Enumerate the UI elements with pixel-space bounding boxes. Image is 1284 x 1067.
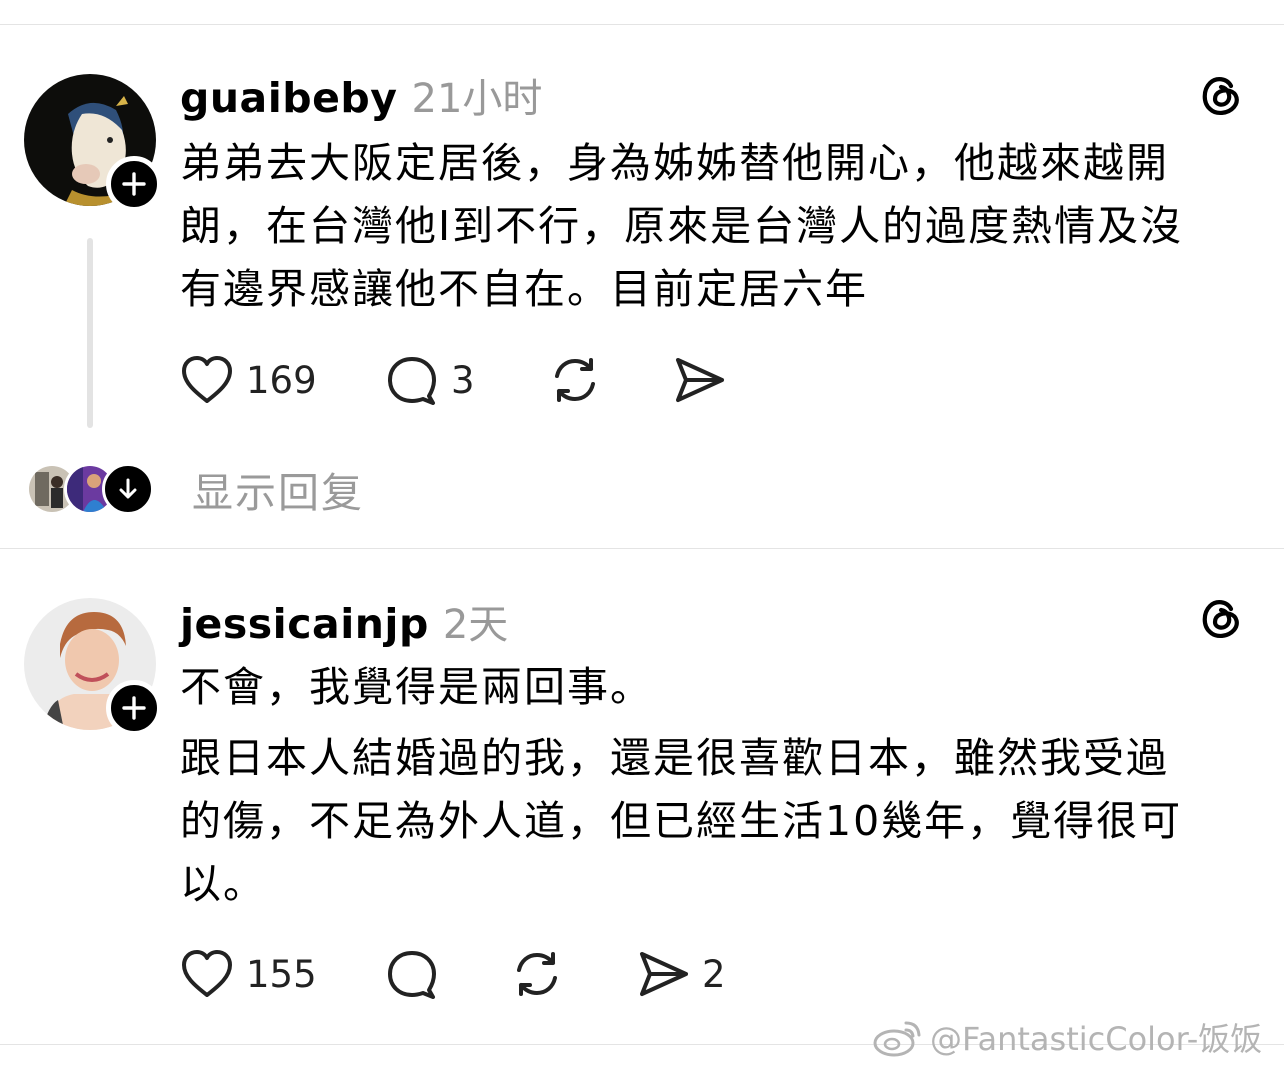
post-divider [0, 548, 1284, 549]
username[interactable]: jessicainjp [180, 600, 429, 648]
heart-icon [182, 356, 232, 403]
avatar-guaibeby[interactable] [24, 74, 162, 212]
follow-button[interactable] [106, 680, 162, 736]
show-replies-row[interactable]: 显示回复 [26, 463, 364, 517]
thread-line [87, 238, 93, 428]
weibo-logo-icon [873, 1021, 921, 1057]
post-text: 弟弟去大阪定居後，身為姊姊替他開心，他越來越開 朗，在台灣他I到不行，原來是台灣… [180, 132, 1260, 321]
comment-button[interactable] [385, 946, 451, 1002]
follow-button[interactable] [106, 156, 162, 212]
heart-icon [182, 950, 232, 997]
top-divider [0, 24, 1284, 25]
share-icon [676, 358, 724, 402]
timestamp: 21小时 [411, 76, 543, 122]
threads-logo-icon[interactable] [1198, 595, 1244, 641]
arrow-down-icon [119, 478, 137, 499]
repost-icon [517, 952, 557, 996]
post-text-line: 弟弟去大阪定居後，身為姊姊替他開心，他越來越開 [180, 139, 1169, 187]
share-icon [640, 952, 688, 996]
like-count: 155 [246, 952, 317, 996]
comment-button[interactable]: 3 [385, 352, 475, 408]
watermark-text: @FantasticColor-饭饭 [930, 1020, 1263, 1058]
like-count: 169 [246, 358, 317, 402]
post-header: jessicainjp 2天 [180, 592, 508, 650]
threads-logo-icon[interactable] [1198, 72, 1244, 118]
post-text-line: 朗，在台灣他I到不行，原來是台灣人的過度熱情及沒 [180, 202, 1184, 250]
plus-icon [122, 696, 146, 720]
share-count: 2 [702, 952, 726, 996]
like-button[interactable]: 169 [180, 352, 317, 408]
watermark: @FantasticColor-饭饭 [872, 1012, 1262, 1062]
post-text-line: 的傷，不足為外人道，但已經生活10幾年，覺得很可 [180, 797, 1183, 845]
username[interactable]: guaibeby [180, 74, 398, 122]
post-header: guaibeby 21小时 [180, 66, 542, 124]
show-replies-label[interactable]: 显示回复 [192, 459, 364, 519]
comment-icon [388, 357, 436, 405]
repost-button[interactable] [548, 352, 602, 408]
post-text-line: 跟日本人結婚過的我，還是很喜歡日本，雖然我受過 [180, 734, 1169, 782]
share-button[interactable] [672, 352, 738, 408]
comment-count: 3 [451, 358, 475, 402]
repost-button[interactable] [510, 946, 564, 1002]
share-button[interactable]: 2 [636, 946, 726, 1002]
post-text-line: 不會，我覺得是兩回事。 [180, 663, 653, 711]
expand-replies-button[interactable] [102, 463, 154, 515]
avatar-jessicainjp[interactable] [24, 598, 162, 736]
plus-icon [122, 172, 146, 196]
timestamp: 2天 [442, 602, 509, 648]
like-button[interactable]: 155 [180, 946, 317, 1002]
post-text: 不會，我覺得是兩回事。 跟日本人結婚過的我，還是很喜歡日本，雖然我受過 的傷，不… [180, 656, 1260, 916]
post-text-line: 有邊界感讓他不自在。目前定居六年 [180, 265, 868, 313]
post-text-line: 以。 [180, 860, 266, 908]
comment-icon [388, 951, 436, 999]
repost-icon [555, 358, 595, 402]
